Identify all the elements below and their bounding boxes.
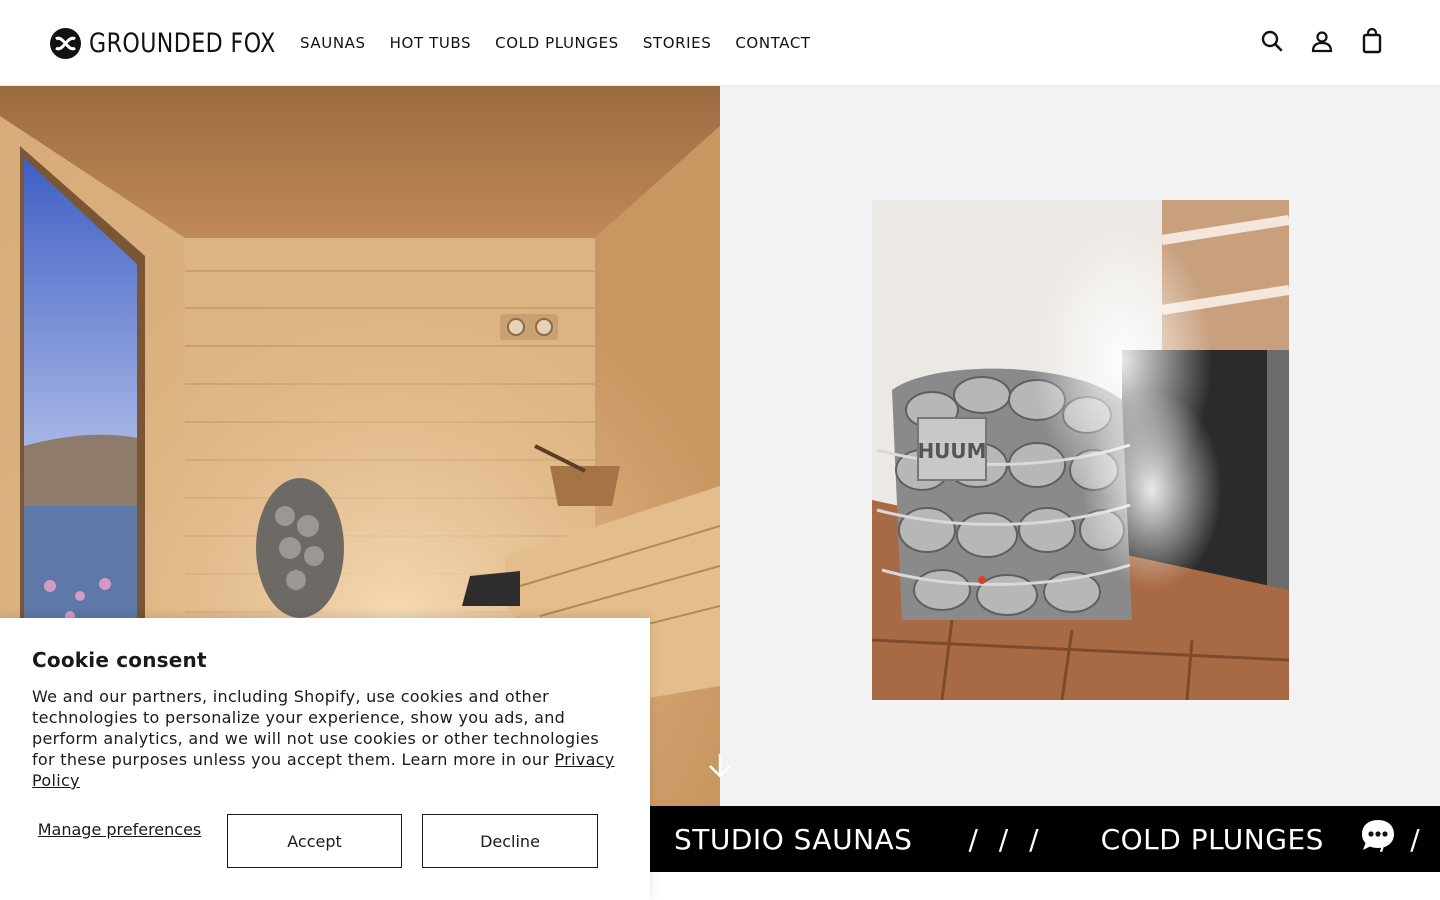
marquee-track: STUDIO SAUNAS / / / COLD PLUNGES / / / C (674, 806, 1440, 872)
search-icon[interactable] (1260, 28, 1284, 54)
nav-item-stories[interactable]: STORIES (643, 34, 712, 52)
account-icon[interactable] (1310, 28, 1334, 54)
scroll-down-arrow-icon[interactable] (706, 752, 734, 780)
marquee-separator: / / / (968, 822, 1045, 856)
cookie-consent-text: We and our partners, including Shopify, … (32, 686, 622, 791)
main-nav: SAUNAS HOT TUBS COLD PLUNGES STORIES CON… (300, 0, 811, 86)
hero-right-panel: HUUM (720, 86, 1440, 806)
heater-brand-logo: HUUM (917, 439, 986, 463)
sauna-heater-illustration: HUUM (872, 200, 1289, 700)
cookie-consent-banner: Cookie consent We and our partners, incl… (0, 618, 650, 900)
nav-item-saunas[interactable]: SAUNAS (300, 34, 366, 52)
brand-name: GROUNDED FOX (89, 27, 276, 59)
header-actions (1260, 28, 1384, 54)
marquee-item-cold-plunges[interactable]: COLD PLUNGES (1101, 823, 1324, 856)
cookie-consent-body: We and our partners, including Shopify, … (32, 687, 599, 769)
decline-button[interactable]: Decline (422, 814, 598, 868)
manage-preferences-button[interactable]: Manage preferences (32, 820, 207, 839)
cookie-consent-title: Cookie consent (32, 648, 207, 672)
nav-item-cold-plunges[interactable]: COLD PLUNGES (495, 34, 619, 52)
accept-button[interactable]: Accept (227, 814, 402, 868)
nav-item-contact[interactable]: CONTACT (735, 34, 810, 52)
cookie-actions: Manage preferences Accept Decline (32, 814, 598, 868)
logo-mark-icon (50, 27, 81, 59)
brand-logo[interactable]: GROUNDED FOX (50, 26, 317, 60)
cart-icon[interactable] (1360, 28, 1384, 54)
nav-item-hot-tubs[interactable]: HOT TUBS (390, 34, 472, 52)
site-header: GROUNDED FOX SAUNAS HOT TUBS COLD PLUNGE… (0, 0, 1440, 86)
sauna-heater-photo: HUUM (872, 200, 1289, 700)
chat-bubble-icon[interactable] (1358, 816, 1398, 856)
marquee-item-studio-saunas[interactable]: STUDIO SAUNAS (674, 823, 912, 856)
